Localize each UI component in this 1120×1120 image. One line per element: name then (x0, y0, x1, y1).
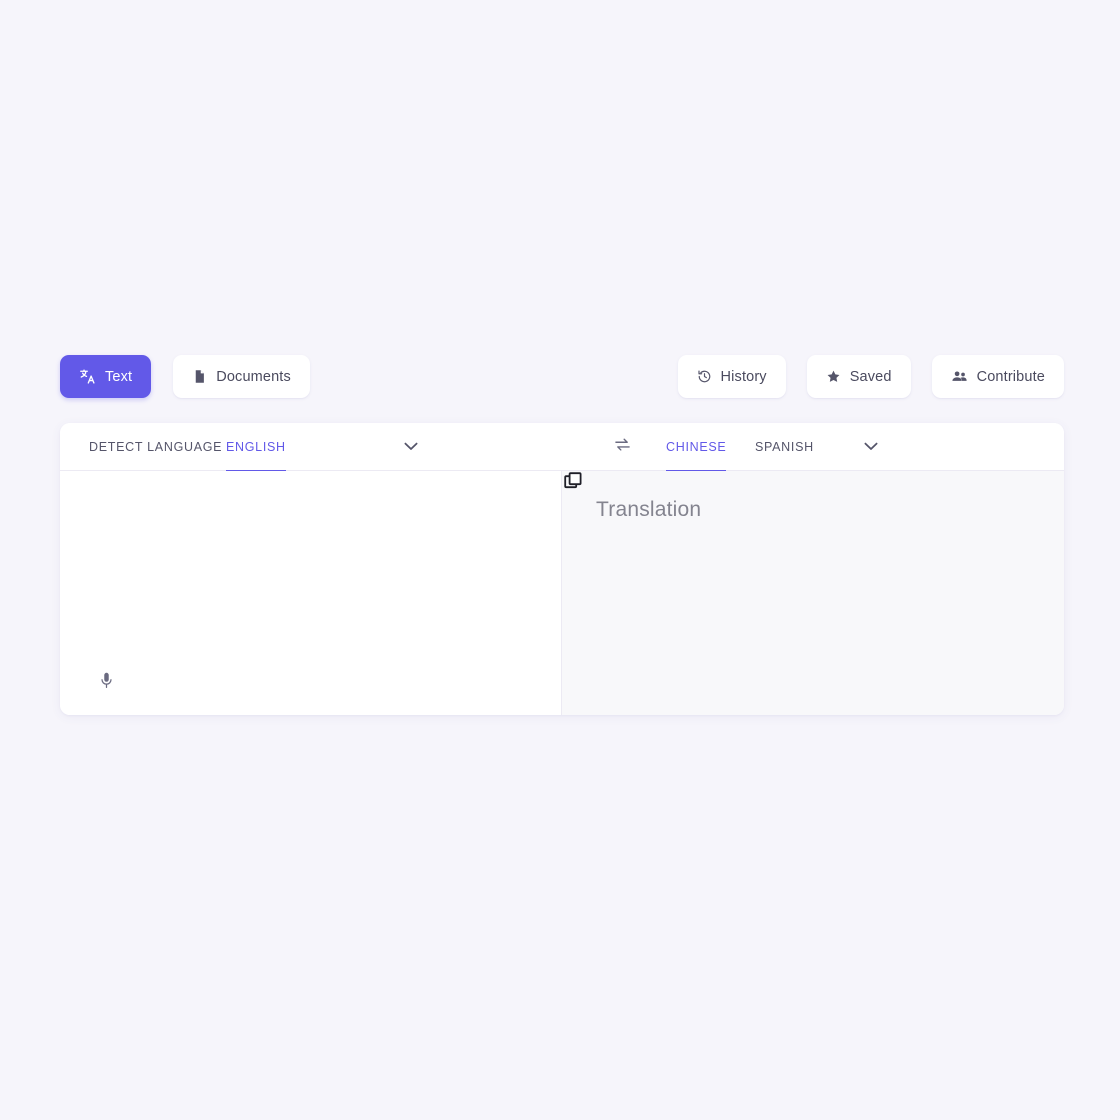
language-bar: DETECT LANGUAGE ENGLISH CHINESE SPANISH (60, 423, 1064, 472)
chevron-down-icon (404, 438, 418, 456)
target-panel: Translation (562, 471, 1064, 715)
copy-icon (563, 472, 584, 497)
target-language-dropdown[interactable] (858, 423, 884, 471)
contribute-label: Contribute (976, 368, 1045, 385)
document-icon (192, 368, 207, 385)
translator-app: Text Documents History Saved Contribute … (0, 0, 1120, 1120)
translator-card: DETECT LANGUAGE ENGLISH CHINESE SPANISH … (60, 423, 1064, 715)
tab-text-label: Text (105, 368, 133, 385)
translate-icon (79, 368, 96, 385)
microphone-button[interactable] (92, 669, 120, 697)
contribute-button[interactable]: Contribute (931, 355, 1064, 398)
source-tab-detect-language[interactable]: DETECT LANGUAGE (89, 423, 222, 471)
saved-button[interactable]: Saved (806, 355, 911, 398)
source-tab-english-label: ENGLISH (226, 440, 286, 454)
source-panel (60, 471, 562, 715)
tab-text[interactable]: Text (60, 355, 152, 398)
star-icon (826, 369, 841, 384)
people-group-icon (951, 369, 968, 384)
tab-documents[interactable]: Documents (173, 355, 310, 398)
microphone-icon (100, 672, 113, 694)
swap-arrows-icon (614, 437, 631, 457)
translation-output: Translation (596, 498, 702, 521)
target-tab-chinese[interactable]: CHINESE (666, 423, 727, 472)
toolbar-right-group: History Saved Contribute (677, 355, 1064, 398)
toolbar-left-group: Text Documents (60, 355, 310, 398)
source-language-dropdown[interactable] (398, 423, 424, 471)
saved-label: Saved (849, 368, 892, 385)
target-tab-spanish[interactable]: SPANISH (755, 423, 814, 471)
history-button[interactable]: History (677, 355, 786, 398)
copy-translation-button[interactable] (563, 472, 584, 497)
swap-languages-button[interactable] (608, 423, 636, 471)
history-clock-icon (697, 369, 712, 384)
target-tab-spanish-label: SPANISH (755, 440, 814, 454)
target-tab-chinese-label: CHINESE (666, 440, 727, 454)
history-label: History (720, 368, 767, 385)
source-tab-detect-label: DETECT LANGUAGE (89, 440, 223, 454)
source-text-input[interactable] (90, 493, 530, 643)
tab-documents-label: Documents (216, 368, 291, 385)
chevron-down-icon (864, 438, 878, 456)
source-tab-english[interactable]: ENGLISH (226, 423, 286, 472)
toolbar: Text Documents History Saved Contribute (60, 355, 1064, 398)
